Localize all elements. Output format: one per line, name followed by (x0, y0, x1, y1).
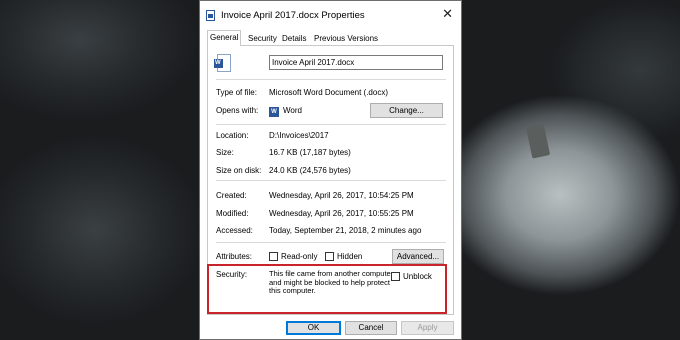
size-on-disk-label: Size on disk: (216, 166, 262, 175)
window-title: Invoice April 2017.docx Properties (221, 10, 365, 21)
advanced-button[interactable]: Advanced... (392, 249, 444, 264)
type-of-file-value: Microsoft Word Document (.docx) (269, 88, 388, 97)
read-only-checkbox[interactable] (269, 252, 278, 261)
background-pumpkin-stem (525, 123, 551, 159)
hidden-checkbox[interactable] (325, 252, 334, 261)
tab-details[interactable]: Details (280, 32, 308, 45)
change-button[interactable]: Change... (370, 103, 443, 118)
divider (216, 180, 446, 181)
title-bar[interactable]: Invoice April 2017.docx Properties ✕ (200, 1, 461, 29)
location-label: Location: (216, 131, 249, 140)
type-of-file-label: Type of file: (216, 88, 257, 97)
tab-security[interactable]: Security (246, 32, 279, 45)
close-icon[interactable]: ✕ (442, 7, 453, 21)
word-document-icon (206, 10, 215, 21)
divider (216, 79, 446, 80)
created-label: Created: (216, 191, 247, 200)
size-on-disk-value: 24.0 KB (24,576 bytes) (269, 166, 351, 175)
opens-with-app: Word (283, 106, 302, 115)
size-label: Size: (216, 148, 234, 157)
modified-value: Wednesday, April 26, 2017, 10:55:25 PM (269, 209, 414, 218)
created-value: Wednesday, April 26, 2017, 10:54:25 PM (269, 191, 414, 200)
apply-button[interactable]: Apply (401, 321, 454, 335)
accessed-value: Today, September 21, 2018, 2 minutes ago (269, 226, 422, 235)
ok-button[interactable]: OK (286, 321, 341, 335)
opens-with-label: Opens with: (216, 106, 259, 115)
file-name-field[interactable]: Invoice April 2017.docx (269, 55, 443, 70)
accessed-label: Accessed: (216, 226, 253, 235)
location-value: D:\Invoices\2017 (269, 131, 329, 140)
hidden-label: Hidden (337, 252, 363, 261)
cancel-button[interactable]: Cancel (345, 321, 397, 335)
divider (216, 242, 446, 243)
read-only-label: Read-only (281, 252, 318, 261)
tab-general[interactable]: General (207, 30, 242, 46)
word-app-icon: W (269, 107, 279, 117)
word-file-icon (214, 54, 231, 72)
security-highlight-box (207, 264, 447, 314)
modified-label: Modified: (216, 209, 249, 218)
divider (216, 124, 446, 125)
tab-previous-versions[interactable]: Previous Versions (312, 32, 380, 45)
attributes-label: Attributes: (216, 252, 253, 261)
size-value: 16.7 KB (17,187 bytes) (269, 148, 351, 157)
